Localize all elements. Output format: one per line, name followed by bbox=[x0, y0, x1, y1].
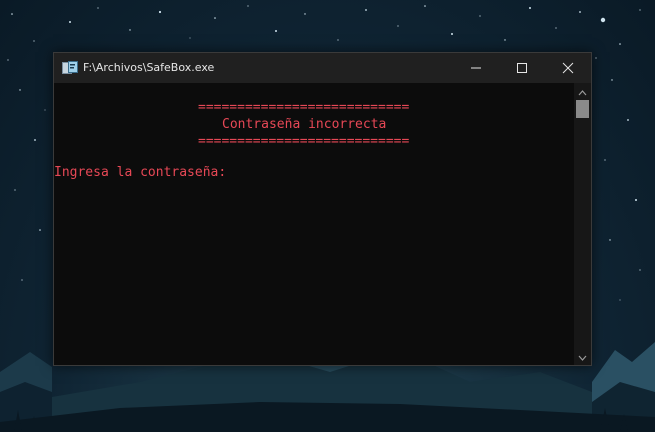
separator-line-top: =========================== bbox=[198, 100, 410, 115]
close-icon bbox=[562, 62, 574, 74]
scroll-thumb[interactable] bbox=[576, 100, 589, 118]
vertical-scrollbar[interactable] bbox=[574, 83, 591, 365]
separator-line-bottom: =========================== bbox=[198, 134, 410, 149]
maximize-button[interactable] bbox=[499, 53, 545, 83]
close-button[interactable] bbox=[545, 53, 591, 83]
chevron-up-icon bbox=[578, 90, 587, 96]
maximize-icon bbox=[517, 63, 527, 73]
console-app-icon bbox=[62, 60, 78, 76]
scroll-up-button[interactable] bbox=[574, 85, 591, 99]
console-output[interactable]: =========================== Contraseña i… bbox=[54, 83, 574, 365]
scroll-down-button[interactable] bbox=[574, 350, 591, 364]
desktop-background: F:\Archivos\SafeBox.exe ================… bbox=[0, 0, 655, 432]
title-bar[interactable]: F:\Archivos\SafeBox.exe bbox=[54, 53, 591, 83]
password-prompt: Ingresa la contraseña: bbox=[54, 165, 227, 180]
minimize-icon bbox=[471, 67, 481, 69]
console-window[interactable]: F:\Archivos\SafeBox.exe ================… bbox=[53, 52, 592, 366]
chevron-down-icon bbox=[578, 355, 587, 361]
window-title: F:\Archivos\SafeBox.exe bbox=[83, 61, 215, 74]
minimize-button[interactable] bbox=[453, 53, 499, 83]
error-message: Contraseña incorrecta bbox=[222, 117, 387, 132]
